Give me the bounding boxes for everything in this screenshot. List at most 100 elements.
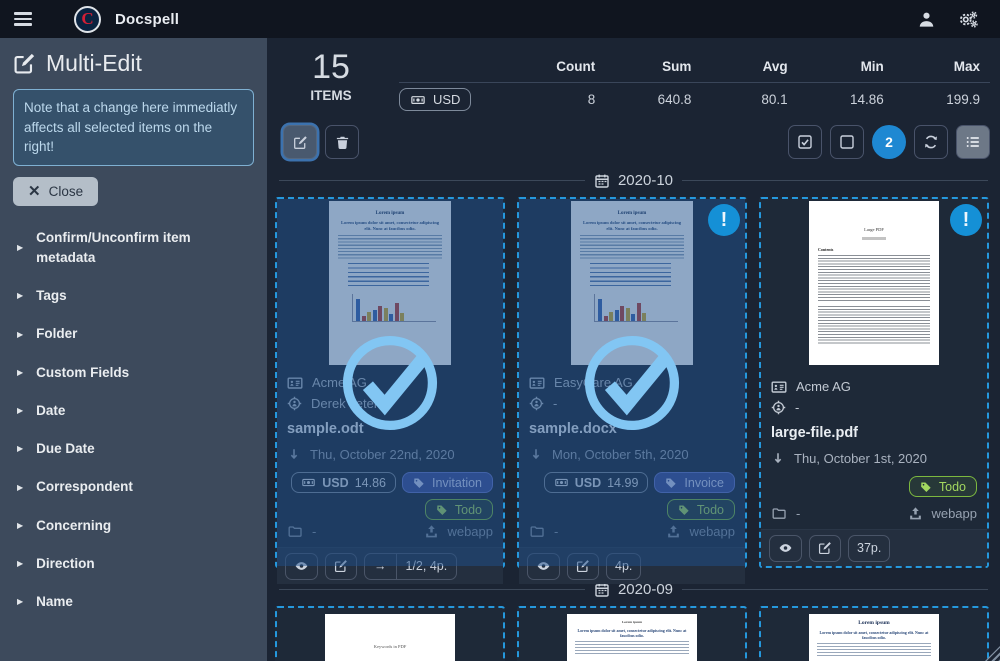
caret-right-icon: ▶ bbox=[17, 445, 23, 453]
stats-value-count: 8 bbox=[509, 92, 605, 107]
concerning-person-row: - bbox=[771, 397, 977, 418]
item-card-partial[interactable]: Lorem ipsum Lorem ipsum dolor sit amet, … bbox=[517, 606, 747, 661]
caret-right-icon: ▶ bbox=[17, 292, 23, 300]
close-button[interactable]: ✕ Close bbox=[13, 177, 98, 206]
caret-right-icon: ▶ bbox=[17, 484, 23, 492]
stats-header-sum: Sum bbox=[605, 59, 701, 74]
stats-header-min: Min bbox=[798, 59, 894, 74]
caret-right-icon: ▶ bbox=[17, 369, 23, 377]
refresh-icon bbox=[923, 134, 939, 150]
multi-edit-sidebar: Multi-Edit Note that a change here immed… bbox=[0, 38, 267, 661]
edit-icon bbox=[293, 135, 308, 150]
caret-right-icon: ▶ bbox=[17, 598, 23, 606]
item-card-large-file-pdf[interactable]: ! Large PDF Contents bbox=[759, 197, 989, 568]
items-count-value: 15 bbox=[285, 50, 377, 86]
currency-badge: USD bbox=[399, 88, 471, 111]
invert-selection-button[interactable] bbox=[914, 125, 948, 159]
folder-source-row: - webapp bbox=[771, 502, 977, 529]
accordion-item-tags[interactable]: ▶ Tags bbox=[13, 284, 254, 308]
item-name: large-file.pdf bbox=[771, 425, 977, 441]
selection-summary: 15 ITEMS Count Sum Avg Min Max bbox=[267, 38, 1000, 116]
multi-edit-note: Note that a change here immediatly affec… bbox=[13, 89, 254, 166]
menu-icon[interactable] bbox=[14, 12, 32, 26]
calendar-icon bbox=[594, 173, 610, 189]
caret-right-icon: ▶ bbox=[17, 244, 23, 252]
stats-header-max: Max bbox=[894, 59, 990, 74]
docspell-app: C Docspell bbox=[0, 0, 1000, 661]
edit-icon bbox=[13, 52, 36, 75]
tag-icon bbox=[920, 481, 932, 493]
stats-header-avg: Avg bbox=[701, 59, 797, 74]
accordion-item-concerning[interactable]: ▶ Concerning bbox=[13, 514, 254, 538]
id-card-icon bbox=[771, 379, 787, 395]
accordion-item-custom-fields[interactable]: ▶ Custom Fields bbox=[13, 361, 254, 385]
app-title: Docspell bbox=[115, 11, 179, 28]
accordion-item-correspondent[interactable]: ▶ Correspondent bbox=[13, 475, 254, 499]
document-thumbnail: Lorem ipsum Lorem ipsum dolor sit amet, … bbox=[809, 614, 939, 661]
stats-table: Count Sum Avg Min Max U bbox=[399, 50, 990, 116]
accordion-item-name[interactable]: ▶ Name bbox=[13, 590, 254, 614]
docspell-logo-icon[interactable]: C bbox=[74, 6, 101, 33]
accordion-item-date[interactable]: ▶ Date bbox=[13, 399, 254, 423]
trash-icon bbox=[335, 135, 350, 150]
folder-icon bbox=[771, 506, 787, 521]
item-card-partial[interactable]: Keywords in PDF bbox=[275, 606, 505, 661]
preview-button[interactable] bbox=[769, 535, 802, 562]
sidebar-title: Multi-Edit bbox=[13, 50, 254, 77]
edit-item-button[interactable] bbox=[809, 535, 841, 562]
page-count-label: 37p. bbox=[848, 535, 890, 562]
item-cards-row: Lorem ipsum Lorem ipsum dolor sit amet, … bbox=[267, 189, 1000, 568]
list-toolbar: 2 bbox=[283, 125, 990, 159]
person-target-icon bbox=[771, 400, 786, 415]
item-card-partial[interactable]: Lorem ipsum Lorem ipsum dolor sit amet, … bbox=[759, 606, 989, 661]
list-icon bbox=[965, 134, 981, 150]
accordion-item-due-date[interactable]: ▶ Due Date bbox=[13, 437, 254, 461]
edit-selected-button[interactable] bbox=[283, 125, 317, 159]
sidebar-title-label: Multi-Edit bbox=[46, 50, 142, 77]
upload-icon bbox=[908, 506, 923, 521]
accordion-item-confirm-metadata[interactable]: ▶ Confirm/Unconfirm item metadata bbox=[13, 226, 254, 271]
settings-gears-icon[interactable] bbox=[958, 10, 978, 29]
item-card-sample-odt[interactable]: Lorem ipsum Lorem ipsum dolor sit amet, … bbox=[275, 197, 505, 568]
caret-right-icon: ▶ bbox=[17, 407, 23, 415]
multi-edit-accordion: ▶ Confirm/Unconfirm item metadata ▶ Tags… bbox=[13, 226, 254, 615]
eye-icon bbox=[778, 541, 793, 555]
list-view-button[interactable] bbox=[956, 125, 990, 159]
selected-check-icon bbox=[337, 330, 443, 436]
stats-header-count: Count bbox=[509, 59, 605, 74]
accordion-item-direction[interactable]: ▶ Direction bbox=[13, 552, 254, 576]
item-card-footer: 37p. bbox=[761, 529, 987, 566]
caret-right-icon: ▶ bbox=[17, 331, 23, 339]
selected-count-badge: 2 bbox=[872, 125, 906, 159]
item-card-body: Acme AG - large-file.pdf bbox=[761, 369, 987, 529]
stats-value-row: USD 8 640.8 80.1 14.86 199.9 bbox=[399, 83, 990, 116]
stats-value-sum: 640.8 bbox=[605, 92, 701, 107]
deselect-all-button[interactable] bbox=[830, 125, 864, 159]
caret-right-icon: ▶ bbox=[17, 522, 23, 530]
warning-badge-icon: ! bbox=[708, 204, 740, 236]
correspondent-org-row: Acme AG bbox=[771, 376, 977, 397]
caret-right-icon: ▶ bbox=[17, 560, 23, 568]
item-badges: Todo bbox=[771, 476, 977, 497]
navbar-actions bbox=[917, 10, 986, 29]
edit-icon bbox=[818, 541, 832, 555]
close-icon: ✕ bbox=[28, 184, 41, 199]
item-list-main: 15 ITEMS Count Sum Avg Min Max bbox=[267, 38, 1000, 661]
item-cards-row-partial: Keywords in PDF Lorem ipsum Lorem ipsum … bbox=[267, 598, 1000, 661]
stats-header-row: Count Sum Avg Min Max bbox=[399, 50, 990, 83]
tag-badge-todo[interactable]: Todo bbox=[909, 476, 977, 497]
selected-overlay bbox=[277, 199, 503, 566]
accordion-item-folder[interactable]: ▶ Folder bbox=[13, 322, 254, 346]
items-count-label: ITEMS bbox=[285, 88, 377, 103]
stats-value-avg: 80.1 bbox=[701, 92, 797, 107]
stats-value-max: 199.9 bbox=[894, 92, 990, 107]
selected-overlay bbox=[519, 199, 745, 566]
document-thumbnail: Large PDF Contents bbox=[809, 201, 939, 365]
delete-selected-button[interactable] bbox=[325, 125, 359, 159]
select-all-button[interactable] bbox=[788, 125, 822, 159]
user-icon[interactable] bbox=[917, 10, 936, 29]
item-card-sample-docx[interactable]: ! Lorem ipsum Lorem ipsum dolor sit amet… bbox=[517, 197, 747, 568]
check-square-icon bbox=[797, 134, 813, 150]
items-count: 15 ITEMS bbox=[285, 50, 377, 103]
square-icon bbox=[839, 134, 855, 150]
